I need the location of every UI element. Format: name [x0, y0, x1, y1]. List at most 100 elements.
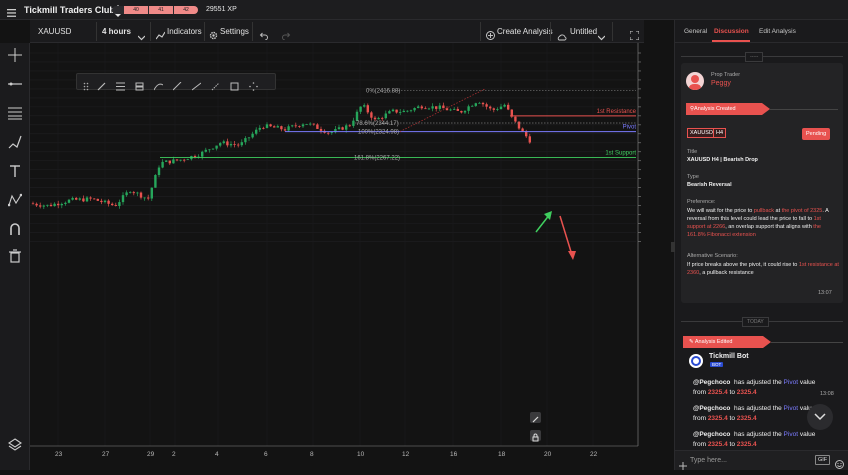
candle-body: [287, 126, 290, 131]
position-icon[interactable]: [135, 78, 144, 96]
pattern-icon: [8, 193, 22, 207]
indicators-button[interactable]: Indicators: [167, 27, 202, 36]
candle-body: [345, 125, 348, 130]
line-icon[interactable]: [191, 78, 202, 96]
down-arrow[interactable]: [559, 215, 573, 256]
candle-body: [233, 144, 236, 145]
tab-discussion[interactable]: Discussion: [714, 28, 749, 35]
candle-body: [460, 110, 463, 113]
layers-tool[interactable]: [0, 433, 30, 455]
candle-body: [183, 159, 186, 161]
candle-body: [431, 106, 434, 109]
crosshair-tool[interactable]: [0, 44, 30, 66]
pencil-icon[interactable]: [97, 78, 106, 96]
candle-body: [463, 110, 467, 113]
candle-body: [337, 127, 341, 130]
candle-body: [373, 117, 377, 120]
candlestick-chart[interactable]: 0%(2416.88) 78.6%(2344.17) 100%(2324.98) 16…: [30, 43, 644, 470]
candle-body: [93, 198, 96, 200]
delete-tool[interactable]: [0, 245, 30, 267]
curve-icon[interactable]: [153, 78, 164, 96]
preference-label: Preference:: [687, 199, 716, 205]
candle-body: [417, 106, 420, 109]
candle-body: [226, 141, 229, 146]
candle-body: [219, 143, 222, 146]
candle-body: [399, 112, 402, 113]
x-tick-label: 12: [402, 451, 410, 458]
candle-body: [413, 108, 416, 111]
x-tick-label: 6: [264, 451, 268, 458]
candle-body: [161, 161, 164, 168]
horizontal-line-icon: [8, 82, 22, 86]
candle-body: [244, 138, 247, 143]
magnet-tool[interactable]: [0, 218, 30, 240]
candle-body: [507, 104, 510, 110]
candle-body: [312, 123, 315, 125]
support-label: 1st Support: [605, 151, 636, 157]
x-tick-label: 16: [450, 451, 458, 458]
emoji-icon[interactable]: [835, 456, 844, 474]
menu-icon[interactable]: [7, 5, 17, 17]
x-tick-label: 20: [544, 451, 552, 458]
price-chart[interactable]: 0%(2416.88) 78.6%(2344.17) 100%(2324.98) 16…: [30, 43, 644, 470]
pattern-tool[interactable]: [0, 189, 30, 211]
layout-name-selector[interactable]: Untitled: [570, 27, 597, 36]
author-role: Prop Trader: [711, 72, 741, 78]
candle-body: [111, 203, 114, 206]
bot-message: @Pegchoco has adjusted the Pivot value f…: [693, 431, 816, 448]
create-analysis-button[interactable]: Create Analysis: [497, 27, 553, 36]
candle-body: [391, 109, 395, 112]
x-tick-label: 10: [357, 451, 365, 458]
candle-body: [42, 205, 45, 207]
collapse-panel-handle[interactable]: [671, 242, 675, 252]
layers-icon: [8, 438, 22, 451]
timeframe-selector[interactable]: 4 hours: [102, 27, 131, 36]
tab-general[interactable]: General: [684, 28, 707, 35]
candle-body: [352, 120, 355, 126]
candle-body: [129, 192, 132, 193]
x-tick-label: 2: [172, 451, 176, 458]
x-tick-label: 22: [590, 451, 598, 458]
measure-icon[interactable]: [211, 78, 220, 96]
fib-lines-icon[interactable]: [116, 78, 125, 96]
gif-button[interactable]: GIF: [815, 455, 831, 465]
candle-body: [471, 105, 474, 107]
add-attachment-icon[interactable]: [679, 457, 687, 475]
scroll-down-button[interactable]: [807, 404, 833, 430]
candle-body: [492, 108, 495, 110]
candle-body: [467, 106, 470, 111]
candle-body: [359, 106, 362, 112]
tab-edit-analysis[interactable]: Edit Analysis: [759, 28, 796, 35]
candle-body: [85, 197, 89, 202]
text-icon: [10, 165, 20, 177]
lock-drawing-button[interactable]: [530, 430, 541, 442]
cursor-dots-icon[interactable]: [249, 78, 258, 96]
candle-body: [57, 203, 60, 206]
candle-body: [521, 128, 524, 132]
fib-tool[interactable]: [0, 102, 30, 124]
text-tool[interactable]: [0, 160, 30, 182]
candle-body: [489, 106, 492, 109]
timestamp: 13:07: [818, 290, 832, 296]
rectangle-icon[interactable]: [230, 78, 239, 96]
edit-drawing-button[interactable]: [530, 412, 541, 423]
crosshair-icon: [8, 48, 22, 62]
ruler-icon[interactable]: [172, 78, 182, 96]
author-name[interactable]: Peggy: [711, 80, 731, 87]
trend-line-tool[interactable]: [0, 73, 30, 95]
message-input[interactable]: Type here...: [690, 457, 727, 464]
candle-body: [283, 129, 287, 131]
candle-body: [172, 159, 175, 164]
candle-body: [262, 127, 265, 129]
level-progress: 40 41 42: [112, 6, 198, 14]
brush-tool[interactable]: [0, 131, 30, 153]
settings-button[interactable]: Settings: [220, 27, 249, 36]
candle-body: [485, 104, 488, 107]
drag-handle-icon[interactable]: [83, 78, 89, 96]
candle-body: [330, 132, 333, 134]
symbol-selector[interactable]: XAUUSD: [38, 27, 71, 36]
candle-body: [143, 197, 146, 199]
fib-anchor-line[interactable]: [399, 88, 486, 132]
chart-toolbar: XAUUSD 4 hours Indicators Settings Creat…: [30, 20, 644, 43]
candle-body: [193, 155, 197, 158]
